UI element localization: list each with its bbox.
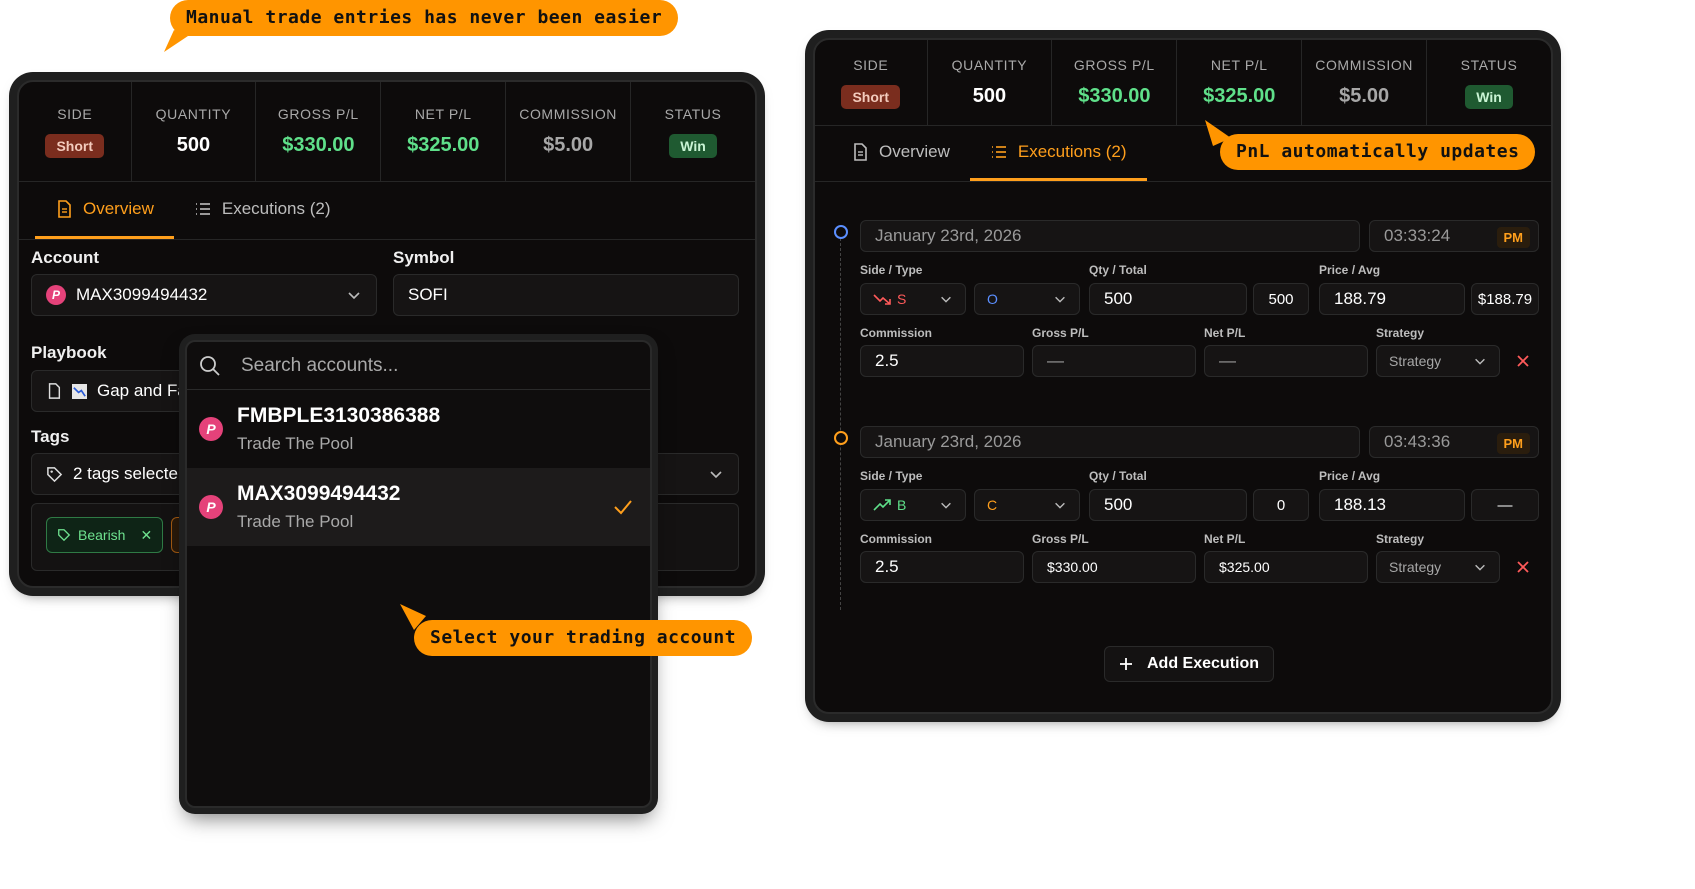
chevron-down-icon [1475, 358, 1485, 365]
date-input[interactable]: January 23rd, 2026 [860, 426, 1360, 458]
total-qty: 0 [1253, 489, 1309, 521]
stat-net: NET P/L $325.00 [1177, 40, 1303, 125]
delete-execution-icon[interactable] [1515, 353, 1531, 369]
playbook-label: Playbook [31, 343, 107, 362]
time-input[interactable]: 03:33:24 PM [1369, 220, 1539, 252]
chevron-down-icon [941, 502, 951, 509]
document-icon [48, 383, 61, 399]
stat-quantity: QUANTITY 500 [132, 82, 257, 181]
trending-up-icon [873, 499, 891, 511]
trending-down-icon [873, 294, 891, 305]
chevron-down-icon [710, 471, 722, 479]
symbol-label: Symbol [393, 248, 455, 267]
ampm-toggle[interactable]: PM [1496, 433, 1530, 454]
total-qty: 500 [1253, 283, 1309, 315]
price-input[interactable]: 188.13 [1319, 489, 1465, 521]
qty-input[interactable]: 500 [1089, 283, 1247, 315]
stat-quantity: QUANTITY 500 [928, 40, 1053, 125]
stats-bar: SIDE Short QUANTITY 500 GROSS P/L $330.0… [815, 40, 1551, 126]
strategy-select[interactable]: Strategy [1376, 345, 1500, 377]
type-select[interactable]: O [974, 283, 1080, 315]
chevron-down-icon [941, 296, 951, 303]
timeline-dot-icon [834, 431, 848, 445]
document-icon [58, 200, 71, 218]
search-accounts-input[interactable] [241, 354, 621, 377]
stat-gross: GROSS P/L $330.00 [1052, 40, 1178, 125]
account-search [187, 342, 650, 390]
account-logo-icon: P [199, 417, 223, 441]
account-logo-icon: P [46, 285, 66, 305]
tag-pill-bearish[interactable]: Bearish ✕ [46, 517, 164, 553]
tag-icon [58, 529, 71, 542]
search-icon [200, 355, 220, 376]
timeline-line [840, 238, 841, 610]
stats-bar: SIDE Short QUANTITY 500 GROSS P/L $330.0… [19, 82, 755, 182]
avg-price: $188.79 [1471, 283, 1539, 315]
stat-gross: GROSS P/L $330.00 [256, 82, 382, 181]
stat-net: NET P/L $325.00 [381, 82, 507, 181]
side-select[interactable]: B [860, 489, 966, 521]
status-badge: Win [1465, 84, 1513, 109]
account-logo-icon: P [199, 495, 223, 519]
account-dropdown: P FMBPLE3130386388 Trade The Pool P MAX3… [185, 340, 652, 808]
list-icon [195, 203, 210, 215]
qty-input[interactable]: 500 [1089, 489, 1247, 521]
account-option[interactable]: P FMBPLE3130386388 Trade The Pool [187, 390, 650, 468]
add-execution-button[interactable]: Add Execution [1104, 646, 1275, 682]
timeline-dot-icon [834, 225, 848, 239]
status-badge: Win [669, 133, 717, 158]
chevron-down-icon [1055, 296, 1065, 303]
net-pl-field: — [1204, 345, 1368, 377]
commission-input[interactable]: 2.5 [860, 345, 1024, 377]
strategy-select[interactable]: Strategy [1376, 551, 1500, 583]
plus-icon [1120, 658, 1132, 670]
list-icon [991, 146, 1006, 158]
side-select[interactable]: S [860, 283, 966, 315]
chevron-down-icon [1055, 502, 1065, 509]
tab-executions[interactable]: Executions (2) [174, 182, 351, 239]
chevron-down-icon [1475, 564, 1485, 571]
callout-manual-entries: Manual trade entries has never been easi… [170, 0, 679, 36]
symbol-input[interactable]: SOFI [393, 274, 739, 316]
commission-input[interactable]: 2.5 [860, 551, 1024, 583]
type-select[interactable]: C [974, 489, 1080, 521]
remove-tag-icon[interactable]: ✕ [140, 527, 152, 544]
stat-side: SIDE Short [19, 82, 132, 181]
stat-commission: COMMISSION $5.00 [1302, 40, 1428, 125]
chevron-down-icon [348, 292, 360, 300]
tab-executions[interactable]: Executions (2) [969, 126, 1147, 181]
callout-pnl-updates: PnL automatically updates [1220, 134, 1536, 170]
avg-price: — [1471, 489, 1539, 521]
date-input[interactable]: January 23rd, 2026 [860, 220, 1360, 252]
tab-bar: Overview Executions (2) [19, 182, 755, 240]
callout-select-account: Select your trading account [414, 620, 753, 656]
gross-pl-field: — [1032, 345, 1196, 377]
stat-status: STATUS Win [1427, 40, 1551, 125]
chart-down-emoji-icon [72, 383, 87, 399]
callout-pointer-top [164, 30, 188, 52]
price-input[interactable]: 188.79 [1319, 283, 1465, 315]
tags-label: Tags [31, 427, 70, 446]
stat-commission: COMMISSION $5.00 [506, 82, 632, 181]
ampm-toggle[interactable]: PM [1496, 227, 1530, 248]
account-label: Account [31, 248, 99, 267]
account-select[interactable]: P MAX3099494432 [31, 274, 377, 316]
checkmark-icon [614, 500, 632, 515]
tab-overview[interactable]: Overview [831, 126, 970, 181]
side-badge: Short [45, 133, 105, 158]
tag-icon [47, 466, 63, 482]
stat-status: STATUS Win [631, 82, 755, 181]
side-badge: Short [841, 84, 901, 109]
gross-pl-field: $330.00 [1032, 551, 1196, 583]
account-option-selected[interactable]: P MAX3099494432 Trade The Pool [187, 468, 650, 546]
net-pl-field: $325.00 [1204, 551, 1368, 583]
document-icon [854, 143, 867, 161]
delete-execution-icon[interactable] [1515, 559, 1531, 575]
stat-side: SIDE Short [815, 40, 928, 125]
time-input[interactable]: 03:43:36 PM [1369, 426, 1539, 458]
tab-overview[interactable]: Overview [35, 182, 174, 239]
